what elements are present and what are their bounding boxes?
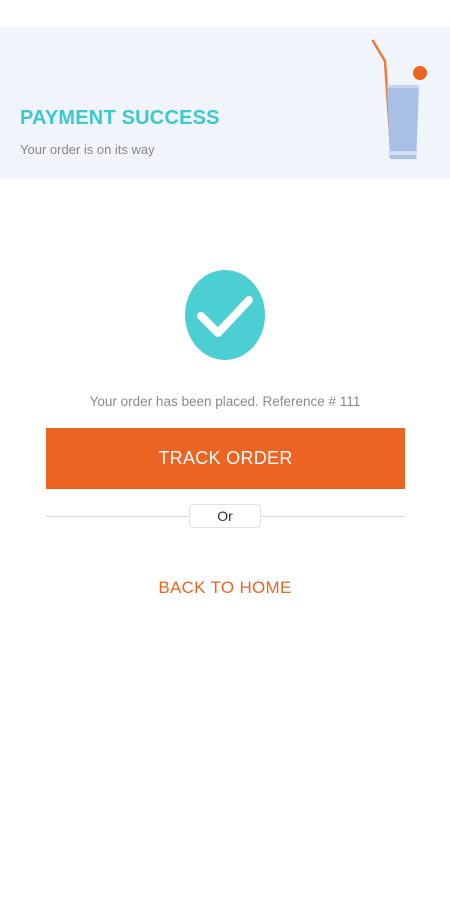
back-to-home-link[interactable]: BACK TO HOME [0,578,450,598]
track-order-label: TRACK ORDER [158,448,293,468]
page-subtitle: Your order is on its way [20,142,155,157]
check-circle-icon [185,270,265,360]
order-confirmation-message: Your order has been placed. Reference # … [89,394,361,409]
drink-glass-icon [365,39,435,165]
page-title: PAYMENT SUCCESS [20,107,220,129]
or-divider-label: Or [189,504,261,528]
track-order-button[interactable]: TRACK ORDER [46,428,405,489]
header-banner: PAYMENT SUCCESS Your order is on its way [0,27,450,179]
status-bar-area [0,0,450,27]
